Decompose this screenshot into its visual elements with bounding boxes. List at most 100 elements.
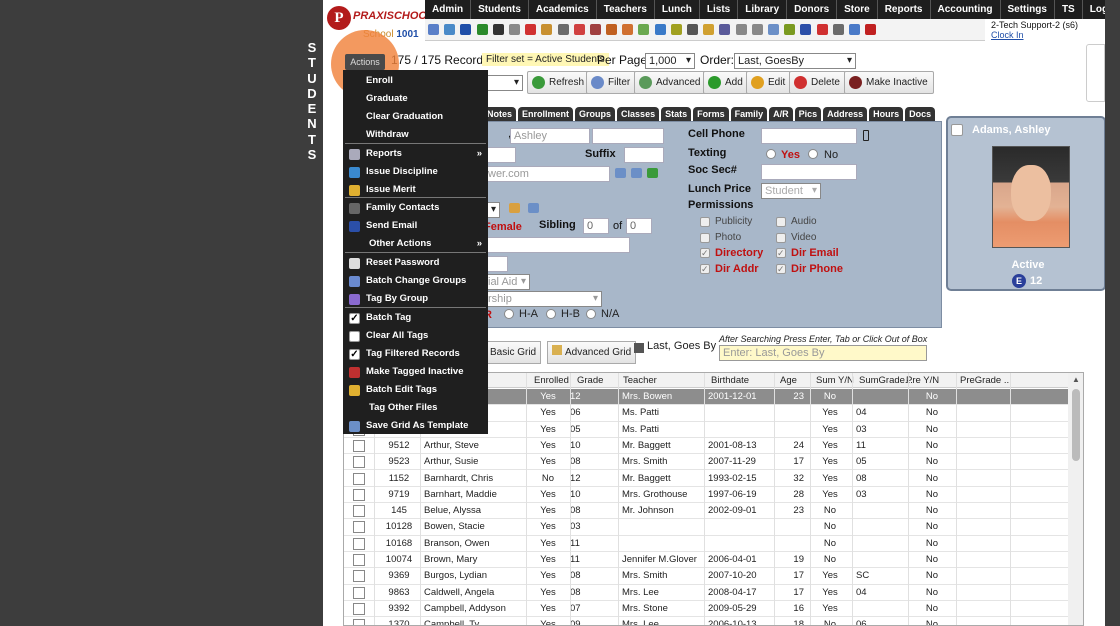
table-row[interactable]: 1152 Barnhardt, Chris No 12 Mr. Baggett 1993-… (344, 471, 1068, 487)
toolbar-shortcut-icon[interactable] (557, 24, 569, 35)
row-tag-checkbox[interactable] (353, 472, 365, 485)
menu-item-clear-all-tags[interactable]: Clear All Tags (343, 327, 488, 345)
toolbar-shortcut-icon[interactable] (800, 24, 812, 35)
nav-lunch[interactable]: Lunch (655, 0, 700, 19)
grid-col-header[interactable]: PreGrade ... (960, 373, 1012, 388)
menu-item-send-email[interactable]: Send Email (343, 217, 488, 235)
menu-item-withdraw[interactable]: Withdraw (343, 126, 488, 144)
row-tag-checkbox[interactable] (353, 537, 365, 550)
row-tag-checkbox[interactable] (353, 521, 365, 534)
make-inactive-button[interactable]: Make Inactive (844, 71, 934, 94)
permission-video-checkbox[interactable] (776, 232, 786, 243)
cell-phone-field[interactable] (761, 128, 857, 144)
grid-col-header[interactable]: Grade (577, 373, 603, 388)
toolbar-shortcut-icon[interactable] (444, 24, 456, 35)
grid-col-header[interactable]: Teacher (623, 373, 657, 388)
grid-scrollbar[interactable]: ▲ (1068, 373, 1083, 625)
nav-donors[interactable]: Donors (787, 0, 838, 19)
toolbar-shortcut-icon[interactable] (816, 24, 828, 35)
row-tag-checkbox[interactable] (353, 619, 365, 625)
clock-in-link[interactable]: Clock In (991, 30, 1101, 40)
row-tag-checkbox[interactable] (353, 488, 365, 501)
tab-stats[interactable]: Stats (661, 107, 692, 121)
menu-item-reports[interactable]: Reports » (343, 145, 488, 163)
toolbar-shortcut-icon[interactable] (541, 24, 553, 35)
scroll-up-icon[interactable]: ▲ (1072, 375, 1080, 384)
table-row[interactable]: 10128 Bowen, Stacie Yes 03 No No (344, 519, 1068, 536)
view-select[interactable] (483, 75, 523, 91)
nav-ts[interactable]: TS (1055, 0, 1083, 19)
toolbar-shortcut-icon[interactable] (654, 24, 666, 35)
sibling-field[interactable]: 0 (583, 218, 609, 234)
toolbar-shortcut-icon[interactable] (460, 24, 472, 35)
email-field[interactable]: wer.com (484, 166, 610, 182)
financial-aid-select[interactable]: ial Aid (484, 274, 530, 290)
advanced-grid-button[interactable]: Advanced Grid (547, 341, 637, 364)
table-row[interactable]: 9392 Campbell, Addyson Yes 07 Mrs. Stone 2009… (344, 601, 1068, 618)
filter-button[interactable]: Filter (586, 71, 637, 94)
menu-item-tag-other-files[interactable]: Tag Other Files (343, 399, 488, 417)
per-page-select[interactable]: 1,000 (645, 53, 695, 69)
menu-item-batch-change-groups[interactable]: Batch Change Groups (343, 272, 488, 290)
tab-pics[interactable]: Pics (794, 107, 822, 121)
table-row[interactable]: 9369 Burgos, Lydian Yes 08 Mrs. Smith 2007-10… (344, 568, 1068, 585)
tab-hours[interactable]: Hours (869, 107, 904, 121)
table-row[interactable]: 10168 Branson, Owen Yes 11 No No (344, 536, 1068, 552)
grid-col-header[interactable]: SumGrade... (859, 373, 913, 388)
address-field[interactable] (484, 237, 630, 253)
menu-item-enroll[interactable]: Enroll (343, 72, 488, 90)
nav-admin[interactable]: Admin (425, 0, 472, 19)
sibling-total-field[interactable]: 0 (626, 218, 652, 234)
option-ha-radio[interactable] (504, 309, 514, 319)
table-row[interactable]: 10074 Brown, Mary Yes 11 Jennifer M.Glover 20… (344, 552, 1068, 569)
grid-col-header[interactable]: Sum Y/N (816, 373, 854, 388)
menu-item-reset-password[interactable]: Reset Password (343, 254, 488, 272)
nav-settings[interactable]: Settings (1001, 0, 1055, 19)
first-name-field[interactable]: Ashley (510, 128, 590, 144)
menu-item-issue-discipline[interactable]: Issue Discipline (343, 163, 488, 181)
row-tag-checkbox[interactable] (353, 602, 365, 615)
table-row[interactable]: 9523 Arthur, Susie Yes 08 Mrs. Smith 2007-11-… (344, 454, 1068, 471)
scroll-thumb[interactable] (1072, 389, 1080, 461)
menu-item-tag-filtered-records[interactable]: ✓ Tag Filtered Records (343, 345, 488, 363)
permission-dir-addr-checkbox[interactable]: ✓ (700, 263, 710, 274)
toolbar-shortcut-icon[interactable] (735, 24, 747, 35)
tab-ar[interactable]: A/R (769, 107, 793, 121)
table-row[interactable]: 145 Belue, Alyssa Yes 08 Mr. Johnson 2002-09-… (344, 503, 1068, 520)
nav-lists[interactable]: Lists (700, 0, 739, 19)
suffix-field[interactable] (624, 147, 664, 163)
permission-dir-email-checkbox[interactable]: ✓ (776, 248, 786, 258)
grid-col-header[interactable]: Birthdate (711, 373, 749, 388)
table-row[interactable]: 9719 Barnhart, Maddie Yes 10 Mrs. Grothouse 1… (344, 487, 1068, 504)
menu-item-family-contacts[interactable]: Family Contacts (343, 199, 488, 217)
menu-item-graduate[interactable]: Graduate (343, 90, 488, 108)
refresh-button[interactable]: Refresh (527, 71, 591, 94)
toolbar-shortcut-icon[interactable] (492, 24, 504, 35)
nav-reports[interactable]: Reports (878, 0, 931, 19)
toolbar-shortcut-icon[interactable] (638, 24, 650, 35)
nav-logout[interactable]: Logout (1083, 0, 1105, 19)
nickname-field[interactable] (484, 147, 516, 163)
row-tag-checkbox[interactable] (353, 505, 365, 518)
nav-students[interactable]: Students (471, 0, 529, 19)
toolbar-shortcut-icon[interactable] (622, 24, 634, 35)
toolbar-shortcut-icon[interactable] (832, 24, 844, 35)
toolbar-shortcut-icon[interactable] (703, 24, 715, 35)
grid-col-header[interactable]: Enrolled (534, 373, 569, 388)
nav-academics[interactable]: Academics (529, 0, 597, 19)
menu-item-clear-graduation[interactable]: Clear Graduation (343, 108, 488, 126)
option-hb-radio[interactable] (546, 309, 556, 319)
toolbar-shortcut-icon[interactable] (719, 24, 731, 35)
advanced-button[interactable]: Advanced (634, 71, 707, 94)
toolbar-shortcut-icon[interactable] (670, 24, 682, 35)
scholarship-select[interactable]: rship (484, 291, 602, 307)
tab-address[interactable]: Address (823, 107, 868, 121)
add-button[interactable]: Add (703, 71, 749, 94)
side-collapse-tab[interactable] (1086, 44, 1105, 102)
texting-yes-radio[interactable] (766, 149, 776, 159)
nav-store[interactable]: Store (837, 0, 878, 19)
toolbar-shortcut-icon[interactable] (865, 24, 877, 35)
menu-item-save-grid-as-template[interactable]: Save Grid As Template (343, 417, 488, 435)
tab-forms[interactable]: Forms (693, 107, 729, 121)
tab-groups[interactable]: Groups (575, 107, 616, 121)
